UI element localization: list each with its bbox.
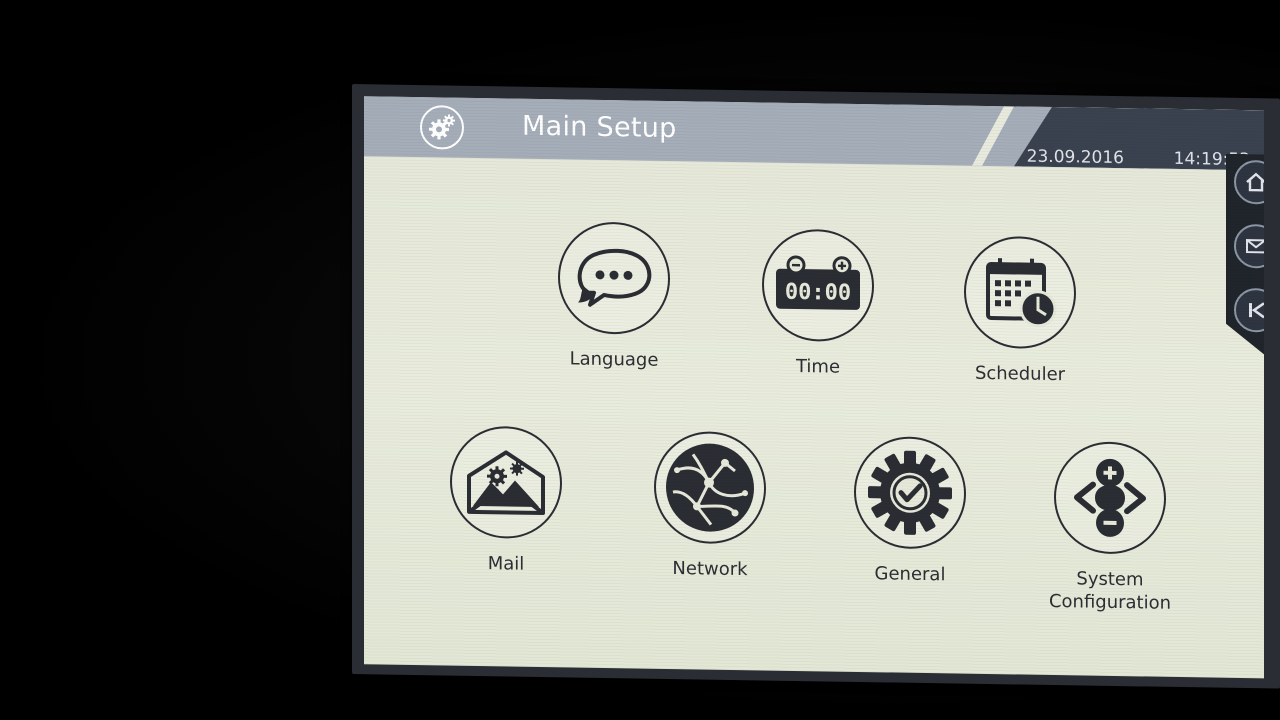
network-tile[interactable]: Network [630, 430, 790, 582]
camera-frame: Main Setup 23.09.2016 14:19:53 Language [0, 0, 1280, 720]
system-configuration-label-line1: System [1076, 568, 1144, 591]
header-bar: Main Setup 23.09.2016 14:19:53 [364, 96, 1264, 171]
general-button[interactable] [854, 435, 966, 550]
gamepad-icon [1074, 458, 1146, 537]
mail-side-button[interactable] [1234, 224, 1264, 269]
system-configuration-label-line2: Configuration [1048, 590, 1172, 614]
home-icon [1244, 170, 1264, 194]
scheduler-label: Scheduler [974, 362, 1066, 386]
calendar-clock-icon [986, 258, 1057, 328]
scheduler-tile[interactable]: Scheduler [940, 235, 1100, 387]
speech-bubble-icon [577, 248, 652, 307]
language-button[interactable] [558, 221, 670, 335]
language-tile[interactable]: Language [534, 221, 694, 373]
time-label: Time [795, 355, 841, 378]
header-stripe [972, 106, 1014, 167]
general-tile[interactable]: General [830, 435, 990, 588]
mail-gear-icon [467, 450, 545, 516]
digital-clock-icon: 00:00 [776, 255, 860, 310]
network-globe-icon [666, 443, 754, 532]
clock-display: 00:00 [785, 280, 851, 306]
system-configuration-button[interactable] [1054, 441, 1166, 555]
mail-button[interactable] [450, 425, 562, 540]
mail-tile[interactable]: Mail [426, 425, 586, 577]
general-label: General [874, 563, 946, 586]
mail-icon [1244, 234, 1264, 258]
device-bezel: Main Setup 23.09.2016 14:19:53 Language [352, 84, 1280, 689]
date-display: 23.09.2016 [1026, 146, 1124, 169]
device-screen: Main Setup 23.09.2016 14:19:53 Language [364, 96, 1264, 679]
system-configuration-label: System Configuration [1049, 567, 1171, 615]
language-label: Language [569, 348, 659, 371]
scheduler-button[interactable] [964, 235, 1076, 350]
network-button[interactable] [654, 430, 766, 545]
network-label: Network [672, 558, 748, 581]
time-tile[interactable]: 00:00 Time [738, 228, 898, 380]
side-tab-panel [1226, 154, 1264, 355]
mail-label: Mail [487, 553, 525, 575]
back-button[interactable] [1234, 288, 1264, 333]
gears-icon [420, 105, 464, 150]
time-button[interactable]: 00:00 [762, 228, 874, 343]
back-icon [1244, 298, 1264, 322]
gear-check-icon [868, 450, 952, 535]
system-configuration-tile[interactable]: System Configuration [1030, 441, 1190, 616]
home-button[interactable] [1234, 160, 1264, 205]
page-title: Main Setup [522, 110, 677, 145]
